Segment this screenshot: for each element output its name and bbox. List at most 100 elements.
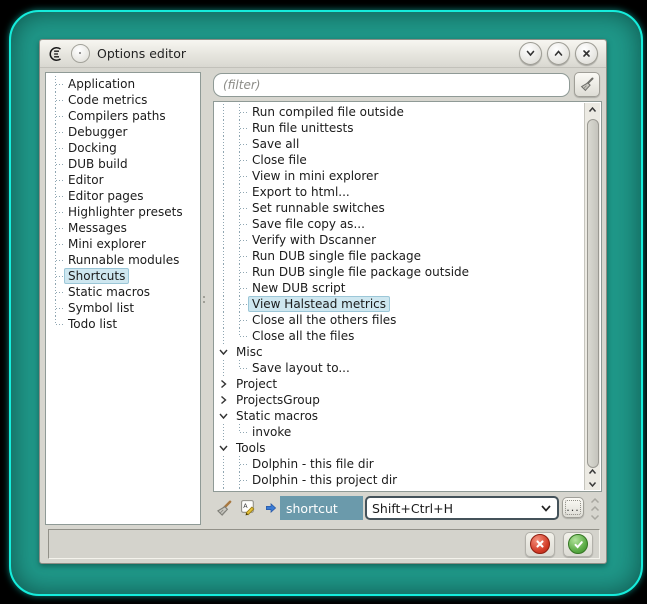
tree-item[interactable]: Dolphin - this project dir: [216, 472, 584, 488]
tree-guide: [216, 328, 232, 344]
tree-guide: [48, 140, 64, 156]
sidebar-item-debugger[interactable]: Debugger: [48, 124, 200, 140]
tree-guide: [232, 312, 248, 328]
filter-input[interactable]: [213, 73, 570, 97]
window-controls: [519, 42, 598, 65]
expanded-arrow-icon: [218, 347, 229, 357]
more-options-button[interactable]: ...: [562, 497, 584, 518]
tree-guide: [48, 236, 64, 252]
edit-shortcut-button[interactable]: A: [240, 499, 257, 516]
sidebar-item-messages[interactable]: Messages: [48, 220, 200, 236]
maximize-button[interactable]: [547, 42, 570, 65]
clear-filter-button[interactable]: [574, 72, 600, 97]
shortcut-value-combo[interactable]: Shift+Ctrl+H: [365, 496, 559, 520]
sidebar-item-editor-pages[interactable]: Editor pages: [48, 188, 200, 204]
tree-guide: [232, 360, 248, 376]
cancel-button[interactable]: [525, 532, 555, 557]
categories-list: ApplicationCode metricsCompilers pathsDe…: [46, 73, 200, 332]
tree-item[interactable]: Save layout to...: [216, 360, 584, 376]
tree-item[interactable]: New DUB script: [216, 280, 584, 296]
tree-item[interactable]: Export to html...: [216, 184, 584, 200]
tree-guide: [216, 184, 232, 200]
tree-item[interactable]: Close all the files: [216, 328, 584, 344]
options-editor-window: Options editor ApplicationCode metricsCo…: [39, 39, 607, 564]
property-name-cell[interactable]: shortcut: [280, 496, 363, 520]
tree-guide: [48, 316, 64, 332]
tree-item[interactable]: Verify with Dscanner: [216, 232, 584, 248]
pin-button[interactable]: [71, 44, 90, 63]
tree-guide: [232, 168, 248, 184]
tree-item[interactable]: Set runnable switches: [216, 200, 584, 216]
sidebar-item-label: Messages: [64, 220, 131, 236]
sidebar-item-runnable-modules[interactable]: Runnable modules: [48, 252, 200, 268]
shade-button[interactable]: [519, 42, 542, 65]
scroll-down-button[interactable]: [585, 478, 600, 490]
tree-guide: [48, 252, 64, 268]
broom-icon: [579, 76, 596, 93]
tree-item-label: Tools: [232, 440, 270, 456]
tree-item[interactable]: Project: [216, 376, 584, 392]
tree-guide: [232, 456, 248, 472]
scroll-up-button[interactable]: [585, 104, 600, 116]
tree-item-label: New DUB script: [248, 280, 350, 296]
tree-guide: [232, 264, 248, 280]
tree-item[interactable]: Run DUB single file package outside: [216, 264, 584, 280]
tree-guide: [48, 108, 64, 124]
clear-shortcut-button[interactable]: [215, 499, 234, 518]
tree-guide: [232, 232, 248, 248]
close-button[interactable]: [575, 42, 598, 65]
tree-item-label: Run DUB single file package: [248, 248, 425, 264]
sidebar-item-static-macros[interactable]: Static macros: [48, 284, 200, 300]
tree-item-label: Close all the others files: [248, 312, 400, 328]
collapsed-arrow-icon[interactable]: [216, 376, 232, 392]
expanded-arrow-icon[interactable]: [216, 440, 232, 456]
tree-item[interactable]: View in mini explorer: [216, 168, 584, 184]
tree-item[interactable]: Static macros: [216, 408, 584, 424]
sidebar-item-editor[interactable]: Editor: [48, 172, 200, 188]
collapsed-arrow-icon[interactable]: [216, 392, 232, 408]
sidebar-item-label: Code metrics: [64, 92, 151, 108]
sidebar-item-dub-build[interactable]: DUB build: [48, 156, 200, 172]
sidebar-item-todo-list[interactable]: Todo list: [48, 316, 200, 332]
scroll-thumb[interactable]: [587, 119, 599, 468]
tree-scrollbar[interactable]: [584, 103, 600, 490]
tree-item[interactable]: Save file copy as...: [216, 216, 584, 232]
sidebar-item-application[interactable]: Application: [48, 76, 200, 92]
titlebar[interactable]: Options editor: [40, 40, 606, 68]
sidebar-item-symbol-list[interactable]: Symbol list: [48, 300, 200, 316]
tree-item[interactable]: Save all: [216, 136, 584, 152]
green-check-icon: [568, 534, 588, 554]
expanded-arrow-icon[interactable]: [216, 408, 232, 424]
sidebar-item-highlighter-presets[interactable]: Highlighter presets: [48, 204, 200, 220]
splitter-handle[interactable]: [201, 290, 207, 308]
expanded-arrow-icon: [218, 443, 229, 453]
tree-guide: [216, 168, 232, 184]
scroll-up2-button[interactable]: [585, 466, 600, 478]
sidebar-item-label: Highlighter presets: [64, 204, 187, 220]
tree-guide: [48, 284, 64, 300]
shortcuts-tree: Run compiled file outsideRun file unitte…: [213, 101, 602, 492]
expanded-arrow-icon[interactable]: [216, 344, 232, 360]
tree-item[interactable]: invoke: [216, 424, 584, 440]
window-frame: Options editor ApplicationCode metricsCo…: [9, 10, 643, 596]
sidebar-item-docking[interactable]: Docking: [48, 140, 200, 156]
tree-item[interactable]: Close all the others files: [216, 312, 584, 328]
tree-item-label: invoke: [248, 424, 295, 440]
tree-item[interactable]: Run file unittests: [216, 120, 584, 136]
tree-item[interactable]: Tools: [216, 440, 584, 456]
tree-item[interactable]: ProjectsGroup: [216, 392, 584, 408]
tree-item[interactable]: View Halstead metrics: [216, 296, 584, 312]
tree-item[interactable]: Run DUB single file package: [216, 248, 584, 264]
accept-button[interactable]: [563, 532, 593, 557]
tree-item[interactable]: Run compiled file outside: [216, 104, 584, 120]
sidebar-item-code-metrics[interactable]: Code metrics: [48, 92, 200, 108]
tree-item[interactable]: Close file: [216, 152, 584, 168]
sidebar-item-shortcuts[interactable]: Shortcuts: [48, 268, 200, 284]
sidebar-item-compilers-paths[interactable]: Compilers paths: [48, 108, 200, 124]
tree-item[interactable]: Dolphin - this file dir: [216, 456, 584, 472]
sidebar-item-label: Shortcuts: [64, 268, 129, 284]
editor-mini-scrollbar[interactable]: [588, 496, 602, 522]
tree-item[interactable]: Misc: [216, 344, 584, 360]
sidebar-item-mini-explorer[interactable]: Mini explorer: [48, 236, 200, 252]
tree-guide: [232, 328, 248, 344]
